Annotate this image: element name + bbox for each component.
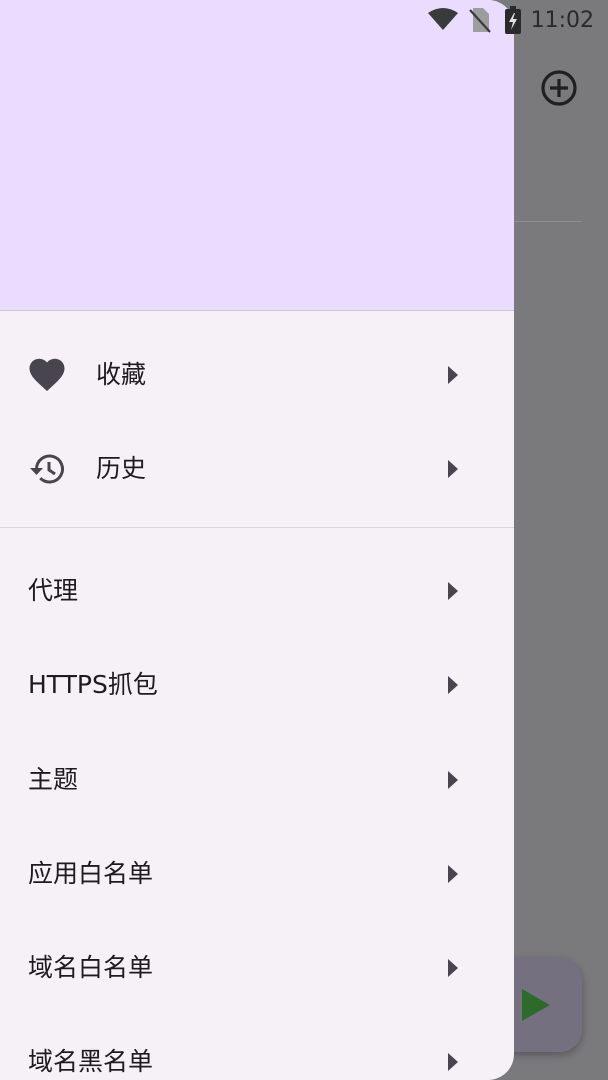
menu-item-label: 域名黑名单 [28, 1047, 154, 1076]
menu-item-app-whitelist[interactable]: 应用白名单 [0, 827, 514, 921]
chevron-right-icon [448, 1053, 458, 1071]
menu-item-domain-whitelist[interactable]: 域名白名单 [0, 921, 514, 1015]
chevron-right-icon [448, 865, 458, 883]
no-sim-icon [469, 7, 491, 37]
chevron-right-icon [448, 959, 458, 977]
chevron-right-icon [448, 366, 458, 384]
drawer-header [0, 0, 514, 311]
history-icon [28, 451, 66, 487]
chevron-right-icon [448, 460, 458, 478]
menu-item-label: 代理 [28, 576, 79, 605]
menu-item-label: HTTPS抓包 [28, 670, 158, 699]
menu-item-label: 收藏 [96, 360, 147, 389]
status-time: 11:02 [530, 8, 594, 33]
background-divider [514, 221, 582, 222]
section-divider [0, 527, 514, 528]
menu-item-domain-blacklist[interactable]: 域名黑名单 [0, 1015, 514, 1080]
menu-item-history[interactable]: 历史 [0, 422, 514, 516]
menu-item-proxy[interactable]: 代理 [0, 544, 514, 638]
chevron-right-icon [448, 676, 458, 694]
chevron-right-icon [448, 582, 458, 600]
wifi-icon [427, 7, 459, 35]
status-bar: 11:02 [0, 0, 608, 40]
chevron-right-icon [448, 771, 458, 789]
battery-charging-icon [504, 6, 522, 38]
heart-icon [28, 357, 66, 393]
menu-item-favorites[interactable]: 收藏 [0, 328, 514, 422]
menu-item-theme[interactable]: 主题 [0, 733, 514, 827]
menu-item-label: 应用白名单 [28, 859, 154, 888]
menu-item-label: 主题 [28, 765, 79, 794]
play-icon [522, 989, 550, 1021]
menu-item-label: 历史 [96, 454, 147, 483]
navigation-drawer: 收藏 历史 代理 HTTPS抓包 主题 应用白名单 域名白名单 域名黑名单 [0, 0, 514, 1080]
menu-item-label: 域名白名单 [28, 953, 154, 982]
add-circle-icon[interactable] [538, 67, 580, 109]
menu-item-https-capture[interactable]: HTTPS抓包 [0, 638, 514, 732]
screen: 11:02 收藏 历史 代理 HTTPS抓包 主题 应用白名单 域名白名单 域名… [0, 0, 608, 1080]
